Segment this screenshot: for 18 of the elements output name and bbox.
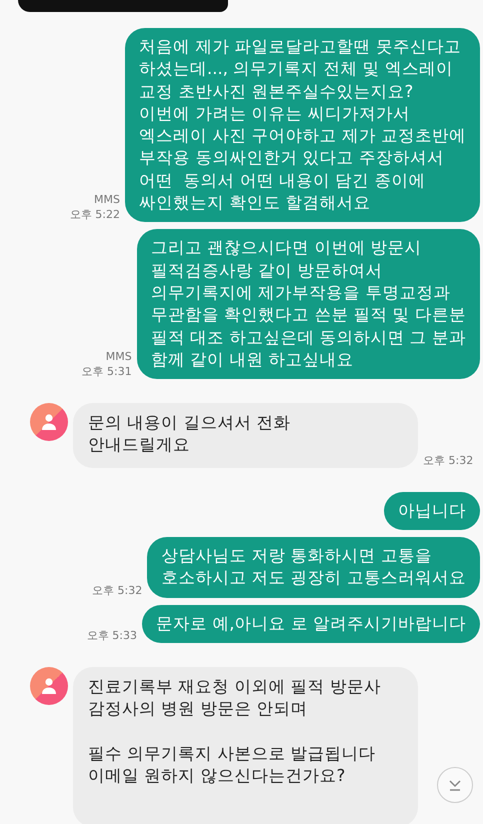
message-time: 오후 5:31: [82, 364, 132, 380]
message-bubble: 처음에 제가 파일로달라고할땐 못주신다고 하셨는데..., 의무기록지 전체 및 엑스레이 교정 초반사진 원본주실수있는지요? 이번에 가려는 이유는 씨디가져가서 엑스레이 사진 구어야하고 제가 교정초반에 부작용 동의싸인한거 있다고 주장하셔서 어떤 동의서 어떤 내용이 담긴 종이에 싸인했는지 확인도 할겸해서요: [125, 28, 480, 222]
message-bubble: 문의 내용이 길으셔서 전화 안내드릴게요: [73, 403, 418, 468]
message-time: 오후 5:32: [423, 452, 474, 468]
avatar-icon: [30, 403, 68, 442]
message-bubble: 그리고 괜찮으시다면 이번에 방문시 필적검증사랑 같이 방문하여서 의무기록지에 제가부작용을 투명교정과 무관함을 확인했다고 쓴분 필적 및 다른분 필적 대조 하고싶은데 동의하시면 그 분과 함께 같이 내원 하고싶내요: [136, 229, 480, 380]
message-bubble: 상담사님도 저랑 통화하시면 고통을 호소하시고 저도 굉장히 고통스러워서요: [147, 537, 480, 598]
scroll-down-button[interactable]: [437, 767, 473, 803]
message-time: 오후 5:22: [70, 207, 120, 222]
chevron-down-icon: [447, 778, 463, 792]
message-time: 오후 5:32: [92, 582, 142, 598]
message-bubble: 아닙니다: [384, 492, 480, 530]
message-type-label: MMS: [94, 192, 120, 208]
message-bubble: 진료기록부 재요청 이외에 필적 방문사 감정사의 병원 방문은 안되며 필수 의무기록지 사본으로 발급됩니다 이메일 원하지 않으신다는건가요?: [73, 666, 418, 824]
message-bubble: 문자로 예,아니요 로 알려주시기바랍니다: [142, 604, 480, 643]
message-type-label: MMS: [106, 349, 132, 364]
avatar-icon: [30, 666, 68, 705]
message-time: 오후 5:33: [86, 628, 138, 643]
